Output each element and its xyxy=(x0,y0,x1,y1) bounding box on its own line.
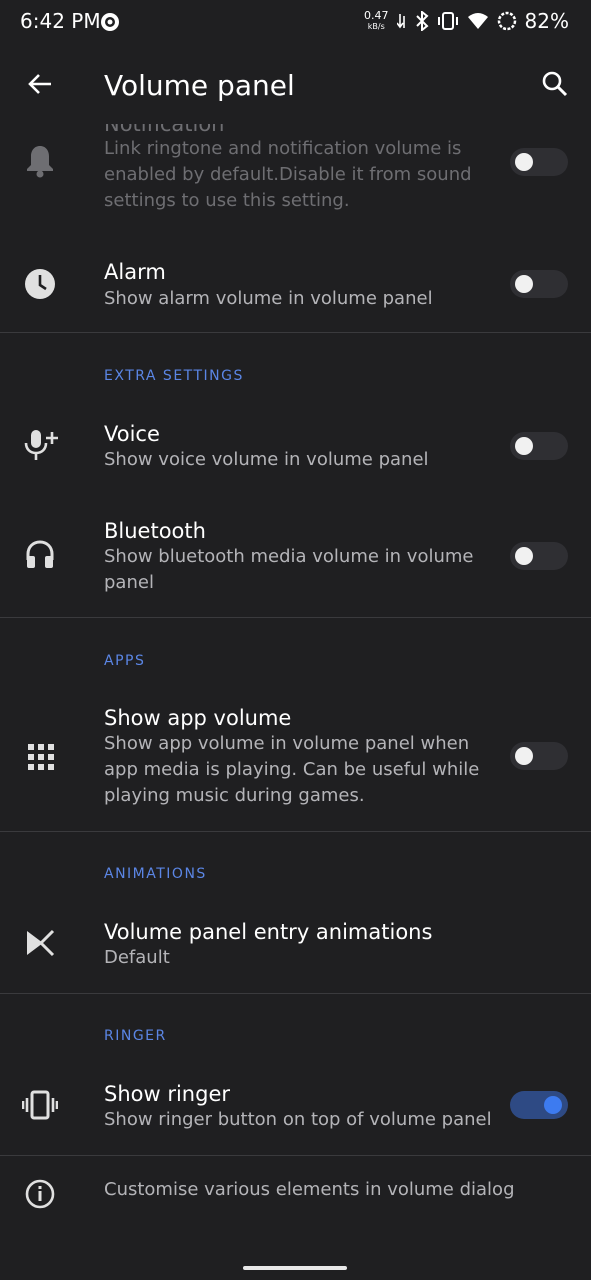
divider xyxy=(0,831,591,832)
wifi-icon xyxy=(467,13,488,29)
divider xyxy=(0,617,591,618)
toggle-knob xyxy=(515,437,533,455)
toggle-knob xyxy=(515,547,533,565)
toggle-knob xyxy=(544,1096,562,1114)
list-item-animations[interactable]: Volume panel entry animations Default xyxy=(0,908,591,992)
battery-icon xyxy=(497,11,516,31)
battery-percent: 82% xyxy=(524,9,569,33)
bluetooth-title: Bluetooth xyxy=(104,519,206,543)
status-right: 0.47 kB/s 82% xyxy=(364,9,569,33)
status-bar: 6:42 PM 0.47 kB/s 82% xyxy=(0,0,591,44)
notification-subtitle: Link ringtone and notification volume is… xyxy=(104,138,472,211)
alarm-subtitle: Show alarm volume in volume panel xyxy=(104,288,433,309)
app-volume-title: Show app volume xyxy=(104,706,292,730)
ringer-toggle[interactable] xyxy=(510,1091,568,1119)
section-header-apps: APPS xyxy=(104,653,146,669)
divider xyxy=(0,993,591,994)
animation-icon xyxy=(27,929,55,957)
bluetooth-icon xyxy=(415,11,429,31)
headphones-icon xyxy=(26,540,54,568)
toggle-knob xyxy=(515,747,533,765)
section-header-extra: EXTRA SETTINGS xyxy=(104,368,244,384)
list-item-app-volume[interactable]: Show app volume Show app volume in volum… xyxy=(0,696,591,830)
app-volume-subtitle: Show app volume in volume panel when app… xyxy=(104,733,480,806)
clock-icon xyxy=(25,269,55,299)
section-header-animations: ANIMATIONS xyxy=(104,866,207,882)
ringer-title: Show ringer xyxy=(104,1082,230,1106)
apps-grid-icon xyxy=(28,744,54,770)
net-speed-unit: kB/s xyxy=(367,21,385,31)
bluetooth-toggle[interactable] xyxy=(510,542,568,570)
toolbar: Volume panel xyxy=(0,44,591,124)
voice-toggle[interactable] xyxy=(510,432,568,460)
net-speed: 0.47 kB/s xyxy=(364,8,389,32)
cast-icon xyxy=(101,13,119,31)
list-item-bluetooth[interactable]: Bluetooth Show bluetooth media volume in… xyxy=(0,498,591,616)
voice-title: Voice xyxy=(104,422,160,446)
vibrate-ringer-icon xyxy=(22,1090,58,1120)
list-item-voice[interactable]: Voice Show voice volume in volume panel xyxy=(0,410,591,498)
notification-title: Notification xyxy=(104,124,225,136)
data-arrows-icon xyxy=(396,14,405,29)
net-speed-value: 0.47 xyxy=(364,8,389,22)
page-title: Volume panel xyxy=(104,69,295,102)
divider xyxy=(0,332,591,333)
list-item-ringer[interactable]: Show ringer Show ringer button on top of… xyxy=(0,1070,591,1154)
bell-icon xyxy=(27,146,53,178)
info-icon xyxy=(25,1179,55,1209)
alarm-title: Alarm xyxy=(104,260,166,284)
status-time: 6:42 PM xyxy=(20,9,101,33)
animations-value: Default xyxy=(104,947,170,968)
section-header-ringer: RINGER xyxy=(104,1028,167,1044)
bluetooth-subtitle: Show bluetooth media volume in volume pa… xyxy=(104,546,474,593)
list-item-alarm[interactable]: Alarm Show alarm volume in volume panel xyxy=(0,234,591,332)
gesture-nav-bar[interactable] xyxy=(243,1266,347,1270)
notification-toggle[interactable] xyxy=(510,148,568,176)
toggle-knob xyxy=(515,153,533,171)
vibrate-icon xyxy=(437,12,458,30)
alarm-toggle[interactable] xyxy=(510,270,568,298)
animations-title: Volume panel entry animations xyxy=(104,920,433,944)
list-item-notification[interactable]: Notification Link ringtone and notificat… xyxy=(0,124,591,234)
ringer-subtitle: Show ringer button on top of volume pane… xyxy=(104,1109,492,1130)
search-icon[interactable] xyxy=(541,70,569,98)
app-volume-toggle[interactable] xyxy=(510,742,568,770)
back-arrow-icon[interactable] xyxy=(26,70,54,98)
toggle-knob xyxy=(515,275,533,293)
info-footer: Customise various elements in volume dia… xyxy=(0,1156,591,1232)
mic-plus-icon xyxy=(24,430,58,460)
voice-subtitle: Show voice volume in volume panel xyxy=(104,449,429,470)
info-text: Customise various elements in volume dia… xyxy=(104,1179,515,1200)
